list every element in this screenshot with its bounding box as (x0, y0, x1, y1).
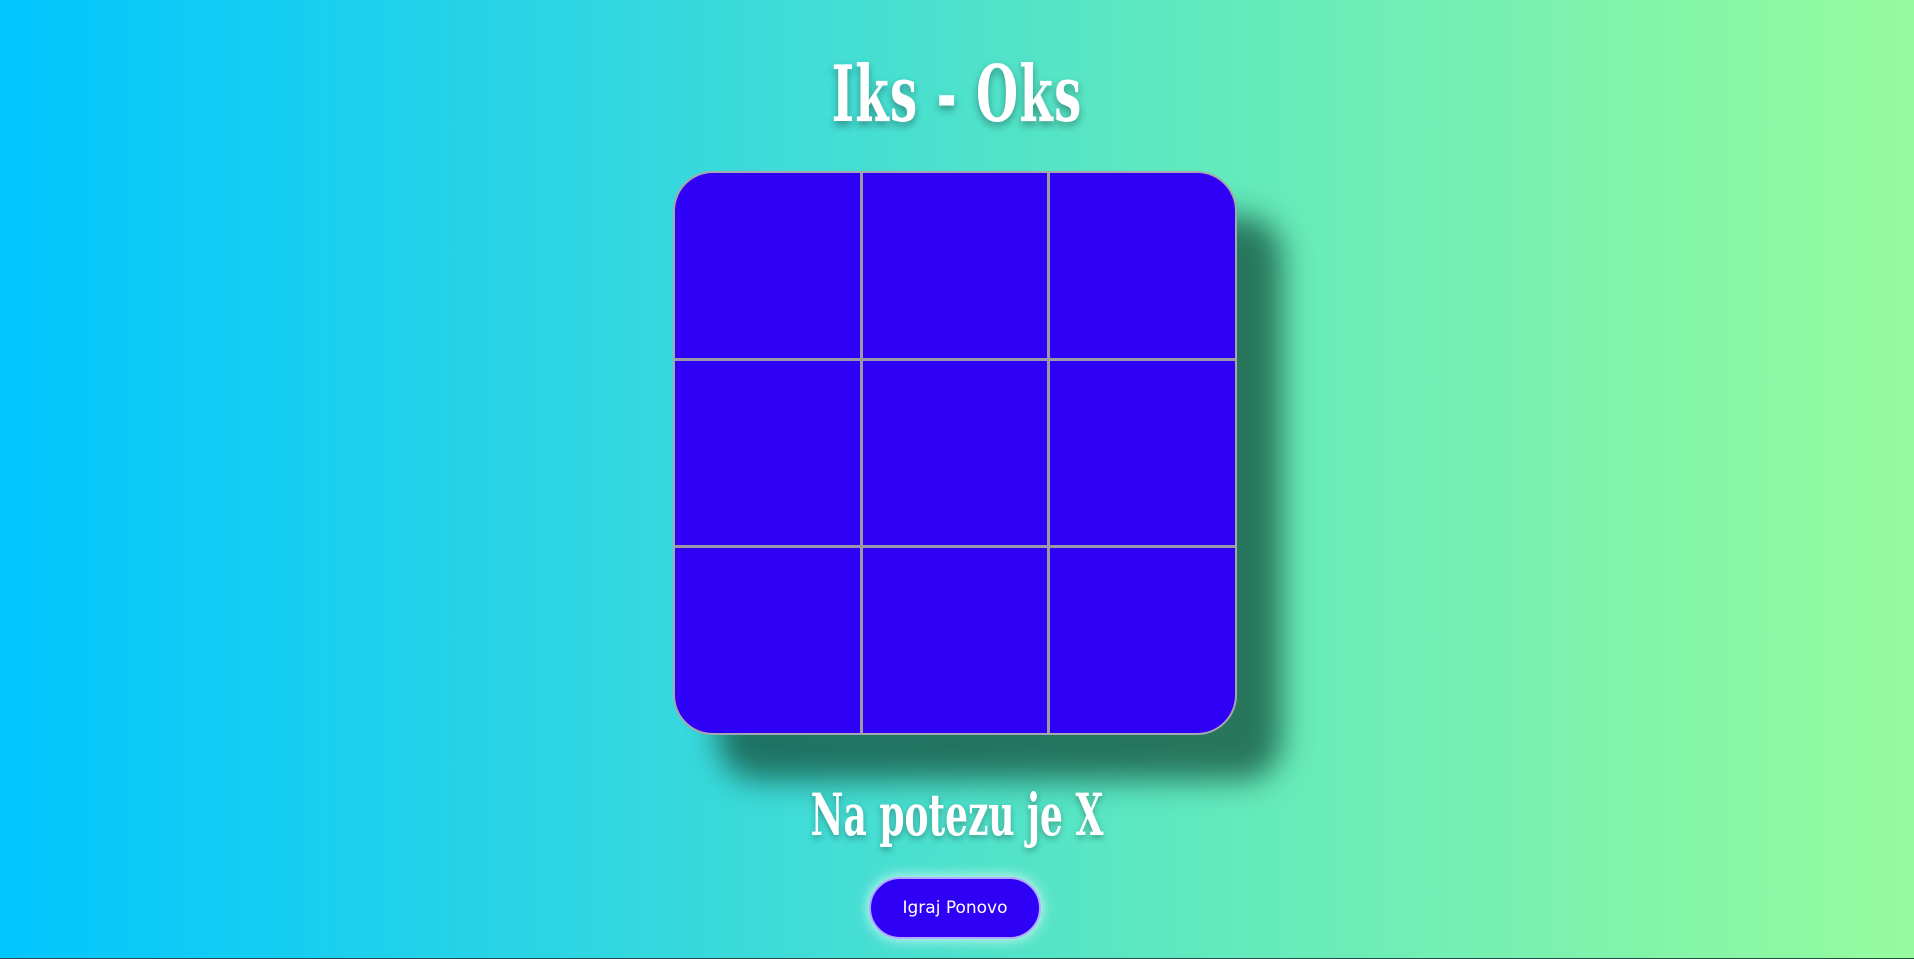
board-cell-7[interactable] (675, 548, 860, 733)
turn-status: Na potezu je X (810, 781, 1104, 849)
board-cell-5[interactable] (862, 360, 1048, 546)
board-cell-1[interactable] (675, 173, 860, 358)
board-cell-8[interactable] (862, 548, 1048, 733)
play-again-button[interactable]: Igraj Ponovo (869, 877, 1041, 939)
game-title: Iks - Oks (831, 49, 1083, 140)
board-cell-3[interactable] (1050, 173, 1235, 358)
board-cell-4[interactable] (675, 360, 860, 546)
game-board (673, 171, 1237, 735)
board-cell-6[interactable] (1050, 360, 1235, 546)
board-cell-2[interactable] (862, 173, 1048, 358)
board-cell-9[interactable] (1050, 548, 1235, 733)
